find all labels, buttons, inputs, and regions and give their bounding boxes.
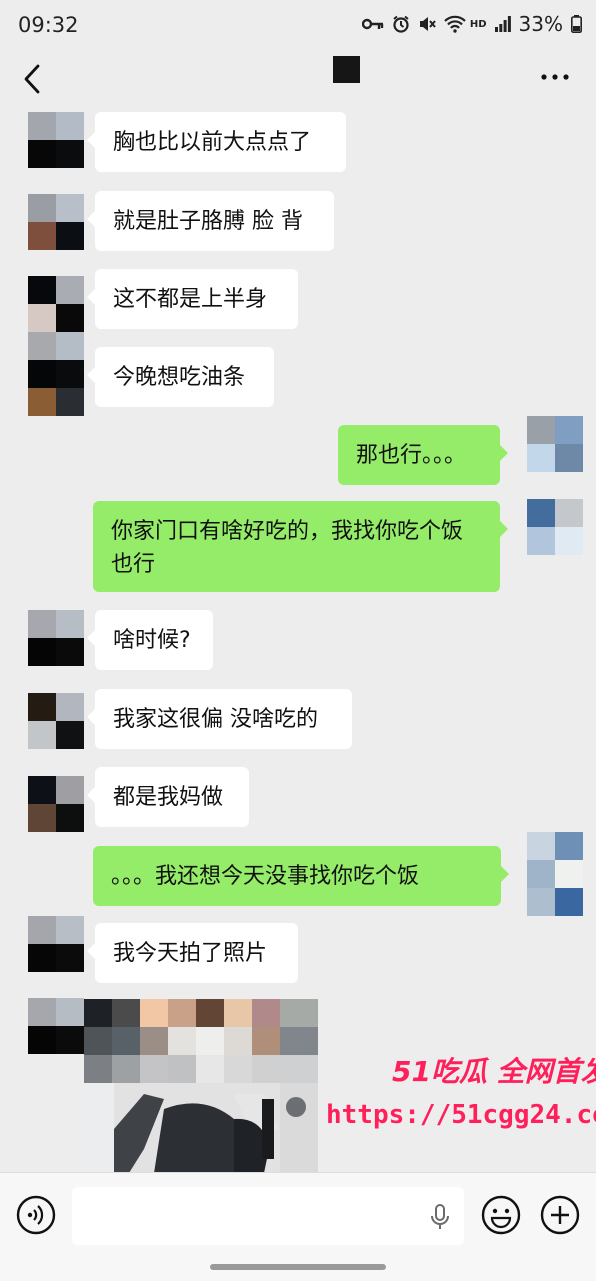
contact-name-redacted (333, 56, 360, 83)
chat-header (0, 54, 596, 104)
photo-message[interactable] (84, 999, 318, 1173)
message-text: 。。。我还想今天没事找你吃个饭 (111, 864, 420, 889)
message-text: 今晚想吃油条 (113, 365, 246, 390)
contact-avatar[interactable] (28, 693, 84, 749)
message-bubble-incoming[interactable]: 今晚想吃油条 (87, 347, 274, 407)
message-text: 这不都是上半身 (113, 287, 268, 312)
battery-text: 33% (518, 12, 563, 36)
message-bubble-outgoing[interactable]: 。。。我还想今天没事找你吃个饭 (93, 846, 509, 906)
message-text: 啥时候? (113, 628, 191, 653)
microphone-icon[interactable] (430, 1203, 450, 1231)
contact-avatar[interactable] (28, 610, 84, 666)
message-text: 都是我妈做 (113, 785, 224, 810)
contact-avatar[interactable] (28, 332, 84, 416)
message-bubble-incoming[interactable]: 都是我妈做 (87, 767, 249, 827)
message-text: 那也行。。。 (356, 443, 467, 468)
watermark-brand: 51吃瓜 全网首发 (392, 1055, 596, 1088)
chevron-left-icon[interactable] (18, 62, 48, 96)
watermark-url: https://51cgg24.com (326, 1100, 596, 1130)
message-bubble-incoming[interactable]: 啥时候? (87, 610, 213, 670)
message-text: 胸也比以前大点点了 (113, 130, 312, 155)
message-bubble-incoming[interactable]: 就是肚子胳膊 脸 背 (87, 191, 334, 251)
message-text-line: 也行 (111, 552, 156, 577)
message-bubble-incoming[interactable]: 我家这很偏 没啥吃的 (87, 689, 352, 749)
photo-thumbnail (84, 999, 318, 1173)
message-bubble-incoming[interactable]: 胸也比以前大点点了 (87, 112, 346, 172)
status-icons: HD 33% (361, 12, 582, 36)
contact-avatar[interactable] (28, 998, 84, 1054)
my-avatar[interactable] (527, 499, 583, 555)
message-input[interactable] (72, 1187, 464, 1245)
signal-icon (494, 16, 511, 32)
key-icon (361, 18, 384, 30)
alarm-icon (393, 15, 409, 33)
contact-avatar[interactable] (28, 276, 84, 332)
plus-icon[interactable] (540, 1195, 580, 1235)
status-time: 09:32 (18, 13, 79, 37)
my-avatar[interactable] (527, 832, 583, 916)
message-bubble-incoming[interactable]: 这不都是上半身 (87, 269, 298, 329)
message-text: 我今天拍了照片 (113, 941, 268, 966)
voice-mode-icon[interactable] (16, 1195, 56, 1235)
status-bar: 09:32 HD 33% (0, 0, 596, 54)
message-bubble-incoming[interactable]: 我今天拍了照片 (87, 923, 298, 983)
contact-avatar[interactable] (28, 916, 84, 972)
contact-avatar[interactable] (28, 112, 84, 168)
contact-avatar[interactable] (28, 194, 84, 250)
message-bubble-outgoing[interactable]: 你家门口有啥好吃的，我找你吃个饭 也行 (93, 501, 508, 592)
home-indicator[interactable] (210, 1264, 386, 1270)
battery-icon (571, 15, 582, 33)
mute-icon (419, 17, 436, 31)
my-avatar[interactable] (527, 416, 583, 472)
contact-avatar[interactable] (28, 776, 84, 832)
network-label: HD (469, 18, 487, 30)
emoji-icon[interactable] (481, 1195, 521, 1235)
wifi-icon (444, 15, 466, 33)
more-dots-icon[interactable] (540, 72, 570, 82)
message-text: 就是肚子胳膊 脸 背 (113, 209, 303, 234)
message-text: 我家这很偏 没啥吃的 (113, 707, 318, 732)
message-text-line: 你家门口有啥好吃的，我找你吃个饭 (111, 519, 464, 544)
message-bubble-outgoing[interactable]: 那也行。。。 (338, 425, 508, 485)
